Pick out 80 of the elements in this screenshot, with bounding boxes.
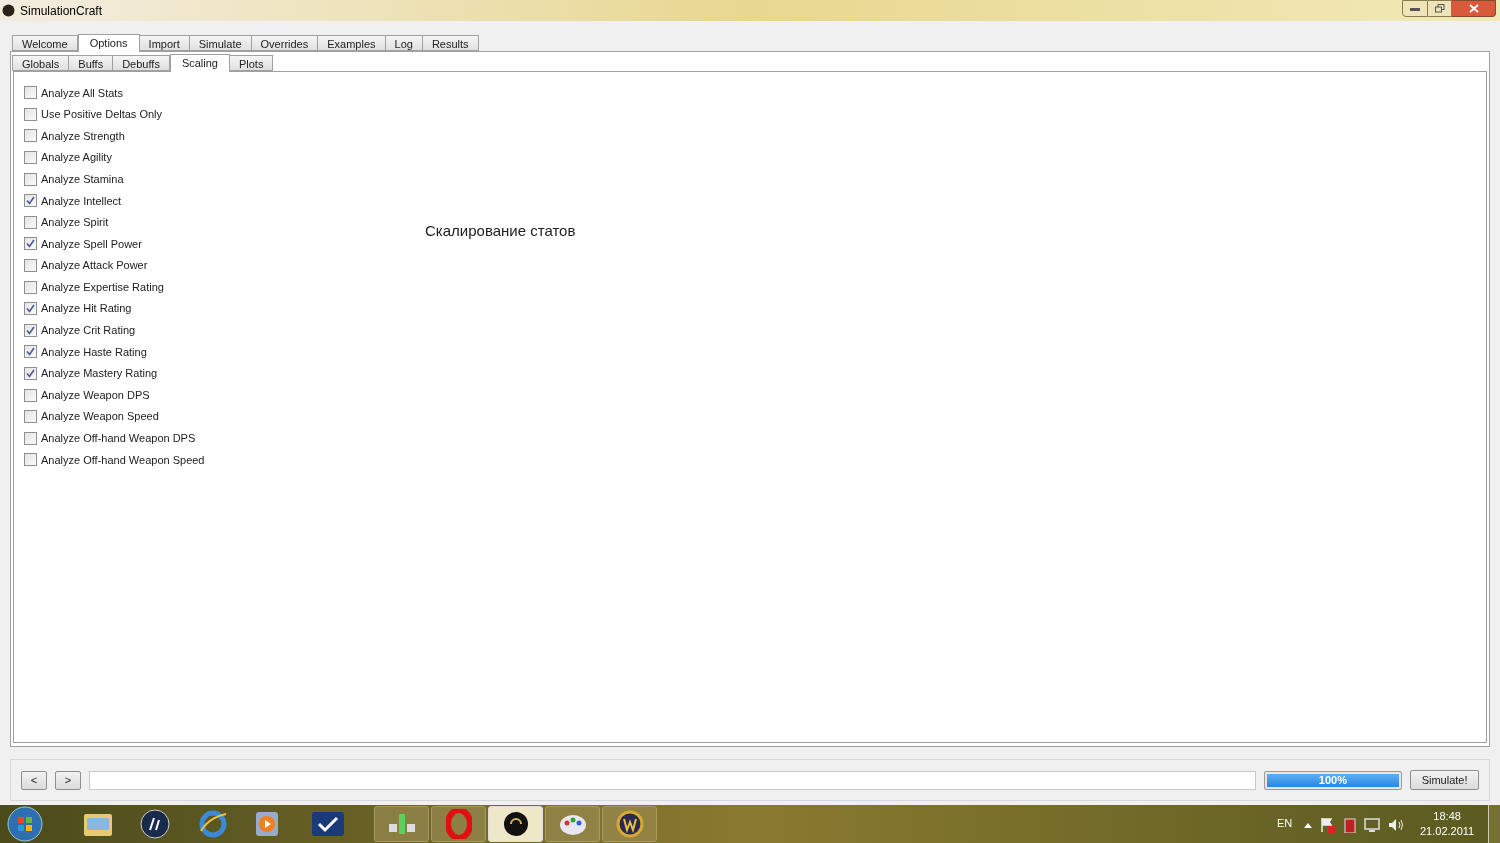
option-label: Analyze Strength	[41, 128, 125, 144]
checkbox[interactable]	[24, 107, 37, 121]
language-indicator[interactable]: EN	[1277, 815, 1293, 832]
dark-circle-icon	[502, 811, 529, 837]
checkbox[interactable]	[24, 86, 37, 100]
checkmark-app-icon[interactable]	[312, 812, 344, 836]
show-hidden-icons-icon[interactable]	[1304, 822, 1312, 828]
checkbox[interactable]	[24, 151, 37, 165]
tab[interactable]: Scaling	[169, 54, 230, 72]
simulate-button[interactable]: Simulate!	[1410, 770, 1479, 790]
checkbox[interactable]	[24, 215, 37, 229]
restore-button[interactable]	[1428, 0, 1452, 17]
minimize-button[interactable]	[1402, 0, 1428, 17]
emblem-icon	[615, 810, 644, 838]
option-label: Analyze Expertise Rating	[41, 279, 164, 295]
media-player-icon[interactable]	[254, 810, 280, 838]
app-logo-icon	[2, 4, 15, 17]
checkbox[interactable]	[24, 259, 37, 273]
gadget-icon	[386, 812, 417, 836]
option-label: Analyze Intellect	[41, 193, 122, 209]
minimize-icon	[1410, 6, 1420, 11]
tab[interactable]: Buffs	[68, 55, 114, 71]
option-label: Analyze Agility	[41, 150, 112, 166]
clock-time[interactable]: 18:48	[1433, 809, 1461, 824]
checkbox[interactable]	[24, 237, 37, 251]
tab[interactable]: Overrides	[250, 35, 319, 51]
option-label: Analyze Spell Power	[41, 236, 142, 252]
option-label: Analyze Off-hand Weapon DPS	[41, 431, 196, 447]
progress-reading: 100%	[1317, 772, 1348, 788]
checkbox[interactable]	[24, 345, 37, 359]
tab[interactable]: Plots	[228, 55, 274, 71]
checkbox[interactable]	[24, 431, 37, 445]
option-label: Analyze Attack Power	[41, 258, 148, 274]
show-desktop-button[interactable]	[1488, 805, 1500, 843]
back-button[interactable]: <	[21, 770, 47, 790]
taskbar-button[interactable]	[602, 806, 657, 842]
tab[interactable]: Debuffs	[112, 55, 170, 71]
close-button[interactable]	[1452, 0, 1496, 17]
checkbox[interactable]	[24, 194, 37, 208]
clock-date[interactable]: 21.02.2011	[1420, 824, 1475, 839]
option-label: Analyze Crit Rating	[41, 323, 136, 339]
checkbox[interactable]	[24, 172, 37, 186]
flag-icon[interactable]	[1320, 817, 1336, 833]
close-icon	[1468, 4, 1479, 13]
tab[interactable]: Import	[138, 35, 190, 51]
option-label: Analyze Stamina	[41, 171, 124, 187]
option-label: Analyze Weapon Speed	[41, 409, 159, 425]
checkbox[interactable]	[24, 129, 37, 143]
checkbox[interactable]	[24, 388, 37, 402]
caption-text: Скалирование статов	[425, 221, 576, 241]
checkbox[interactable]	[24, 302, 37, 316]
tab[interactable]: Welcome	[12, 35, 78, 51]
option-label: Analyze All Stats	[41, 85, 123, 101]
option-label: Analyze Off-hand Weapon Speed	[41, 452, 205, 468]
checkbox[interactable]	[24, 367, 37, 380]
tab[interactable]: Results	[421, 35, 479, 51]
tab[interactable]: Log	[384, 35, 423, 51]
option-label: Analyze Spirit	[41, 215, 109, 231]
tab[interactable]: Simulate	[188, 35, 252, 51]
checkbox[interactable]	[24, 453, 37, 467]
option-label: Analyze Haste Rating	[41, 344, 147, 360]
option-label: Analyze Hit Rating	[41, 301, 132, 317]
option-label: Analyze Mastery Rating	[41, 366, 158, 382]
battery-icon[interactable]	[1344, 817, 1356, 833]
checkbox[interactable]	[24, 323, 37, 337]
tab[interactable]: Options	[77, 34, 140, 52]
tab[interactable]: Examples	[317, 35, 386, 51]
checkbox[interactable]	[24, 410, 37, 424]
forward-button[interactable]: >	[54, 770, 81, 790]
command-field[interactable]	[88, 770, 1256, 790]
volume-icon[interactable]	[1388, 817, 1404, 833]
option-label: Use Positive Deltas Only	[41, 107, 163, 123]
tab[interactable]: Globals	[12, 55, 70, 71]
network-icon[interactable]	[1364, 817, 1380, 833]
ring-logo-icon	[445, 809, 472, 839]
window-title: SimulationCraft	[20, 2, 103, 20]
checkbox[interactable]	[24, 280, 37, 294]
restore-icon	[1434, 4, 1445, 13]
start-orb-icon[interactable]	[6, 805, 44, 843]
option-label: Analyze Weapon DPS	[41, 387, 150, 403]
